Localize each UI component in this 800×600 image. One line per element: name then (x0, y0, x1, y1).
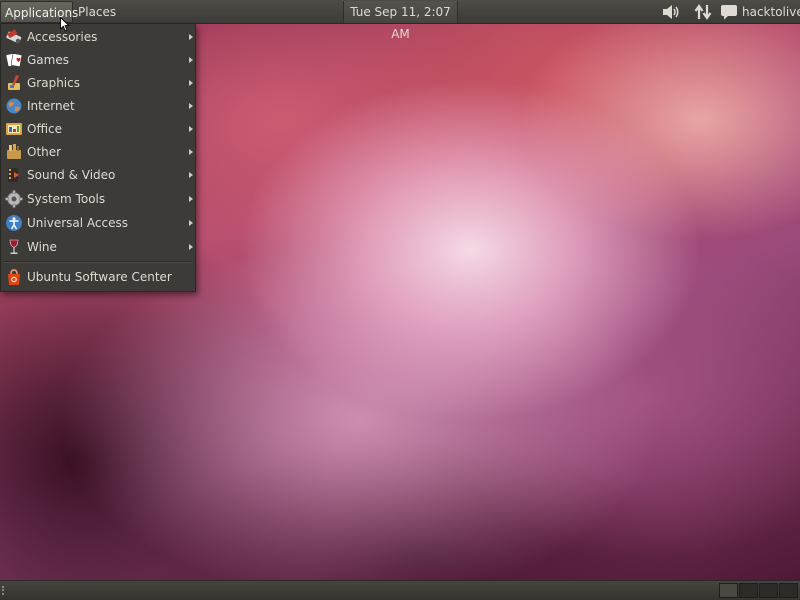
workspace-3[interactable] (759, 583, 778, 598)
games-icon (5, 52, 23, 67)
submenu-arrow-icon (189, 196, 193, 202)
menu-item-label: Office (27, 122, 63, 136)
menu-item-sound-video[interactable]: Sound & Video (1, 164, 195, 187)
panel-handle[interactable] (2, 586, 8, 595)
chat-icon[interactable] (720, 3, 738, 21)
menu-item-label: Universal Access (27, 216, 128, 230)
menu-item-ubuntu-software-center[interactable]: Ubuntu Software Center (1, 266, 195, 289)
menu-item-label: Sound & Video (27, 168, 116, 182)
submenu-arrow-icon (189, 103, 193, 109)
accessories-icon (6, 29, 22, 44)
submenu-arrow-icon (189, 126, 193, 132)
menu-item-games[interactable]: Games (1, 49, 195, 72)
menu-item-label: System Tools (27, 192, 106, 206)
applications-menu: Accessories Games Graphics Internet Offi… (0, 24, 196, 292)
other-icon (7, 144, 21, 159)
menu-item-office[interactable]: Office (1, 118, 195, 141)
menu-separator (4, 261, 192, 263)
submenu-arrow-icon (189, 34, 193, 40)
system-tools-icon (5, 190, 23, 208)
submenu-arrow-icon (189, 149, 193, 155)
menu-item-label: Internet (27, 99, 75, 113)
menu-item-label: Wine (27, 240, 57, 254)
menu-item-accessories[interactable]: Accessories (1, 26, 195, 49)
workspace-1[interactable] (719, 583, 738, 598)
clock[interactable]: Tue Sep 11, 2:07 AM (343, 1, 458, 41)
menu-item-label: Games (27, 53, 69, 67)
mouse-pointer-icon (60, 17, 70, 32)
workspace-2[interactable] (739, 583, 758, 598)
menu-item-label: Other (27, 145, 62, 159)
submenu-arrow-icon (189, 80, 193, 86)
submenu-arrow-icon (189, 244, 193, 250)
submenu-arrow-icon (189, 172, 193, 178)
submenu-arrow-icon (189, 220, 193, 226)
universal-access-icon (6, 215, 22, 231)
graphics-icon (8, 75, 20, 90)
submenu-arrow-icon (189, 57, 193, 63)
wine-icon (9, 239, 19, 254)
menu-item-label: Ubuntu Software Center (27, 270, 172, 284)
workspace-4[interactable] (779, 583, 798, 598)
menu-item-graphics[interactable]: Graphics (1, 72, 195, 95)
software-center-icon (8, 269, 20, 285)
user-menu[interactable]: hacktolive (742, 1, 800, 23)
internet-icon (6, 98, 22, 114)
sound-video-icon (8, 168, 19, 182)
network-icon[interactable] (693, 3, 713, 21)
volume-icon[interactable] (660, 3, 680, 21)
menu-item-system-tools[interactable]: System Tools (1, 188, 195, 211)
menu-item-other[interactable]: Other (1, 141, 195, 164)
menu-item-wine[interactable]: Wine (1, 236, 195, 259)
places-menu-button[interactable]: Places (74, 1, 116, 23)
top-panel: Applications Places Tue Sep 11, 2:07 AM … (0, 0, 800, 41)
menu-item-internet[interactable]: Internet (1, 95, 195, 118)
bottom-panel (0, 580, 800, 600)
menu-item-universal-access[interactable]: Universal Access (1, 212, 195, 235)
menu-item-label: Graphics (27, 76, 80, 90)
office-icon (6, 123, 22, 135)
